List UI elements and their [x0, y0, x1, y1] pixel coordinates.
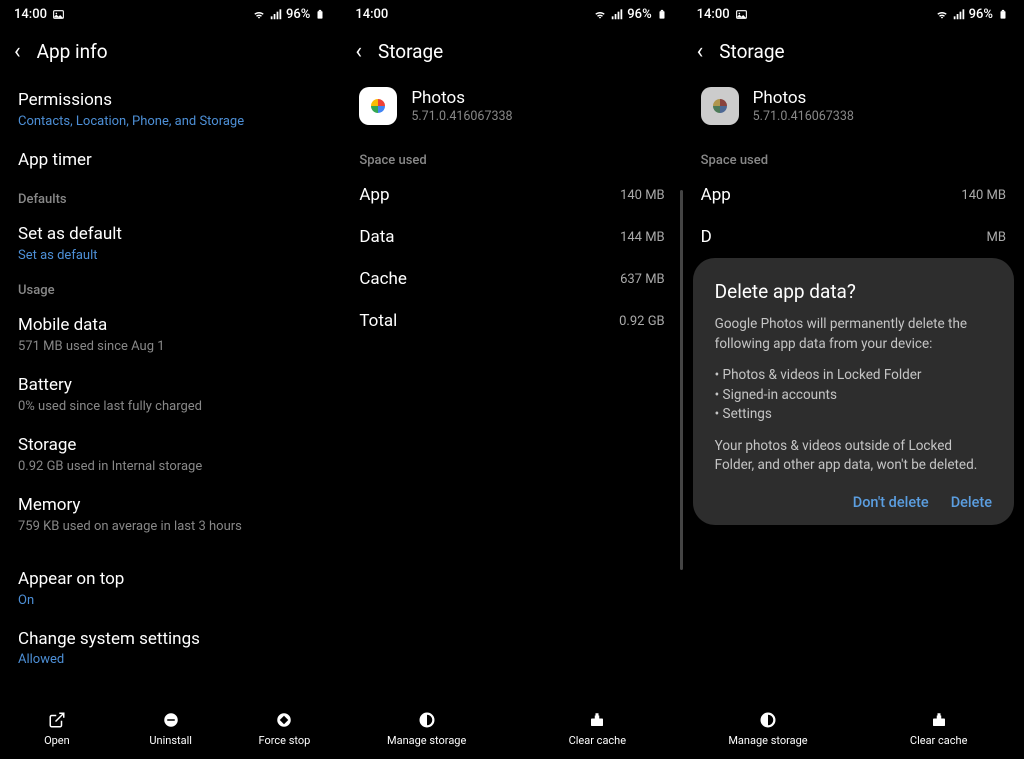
dont-delete-button[interactable]: Don't delete — [853, 494, 929, 511]
space-used-label: Space used — [701, 131, 1006, 174]
google-photos-icon — [701, 87, 739, 125]
battery-item[interactable]: Battery 0% used since last fully charged — [18, 364, 323, 424]
wifi-icon — [593, 7, 607, 21]
status-time: 14:00 — [14, 7, 47, 22]
battery-percent: 96% — [627, 7, 651, 22]
page-title: Storage — [719, 40, 784, 63]
app-header: Photos 5.71.0.416067338 — [359, 79, 664, 131]
force-stop-button[interactable]: Force stop — [228, 711, 342, 747]
mobile-data-item[interactable]: Mobile data 571 MB used since Aug 1 — [18, 304, 323, 364]
uninstall-button[interactable]: Uninstall — [114, 711, 228, 747]
manage-storage-icon — [418, 711, 436, 729]
bottom-bar: Open Uninstall Force stop — [0, 699, 341, 759]
dialog-body: Google Photos will permanently delete th… — [715, 315, 992, 476]
app-header: Photos 5.71.0.416067338 — [701, 79, 1006, 131]
storage-total-row: Total 0.92 GB — [359, 300, 664, 342]
screen-header: ‹ Storage — [341, 28, 682, 79]
defaults-section-label: Defaults — [18, 182, 323, 213]
storage-app-row: App 140 MB — [359, 174, 664, 216]
open-icon — [48, 711, 66, 729]
dialog-title: Delete app data? — [715, 280, 992, 303]
uninstall-icon — [162, 711, 180, 729]
back-icon[interactable]: ‹ — [14, 41, 21, 63]
panel-storage-dialog: 14:00 96% ‹ Storage Photos 5.71.0.416067… — [683, 0, 1024, 759]
clear-cache-button[interactable]: Clear cache — [853, 711, 1024, 747]
app-version: 5.71.0.416067338 — [753, 109, 854, 124]
status-bar: 14:00 96% — [341, 0, 682, 28]
battery-icon — [996, 7, 1010, 21]
delete-button[interactable]: Delete — [951, 494, 992, 511]
clear-cache-icon — [588, 711, 606, 729]
app-timer-item[interactable]: App timer — [18, 139, 323, 182]
screen-header: ‹ App info — [0, 28, 341, 79]
space-used-label: Space used — [359, 131, 664, 174]
status-bar: 14:00 96% — [0, 0, 341, 28]
clear-cache-icon — [930, 711, 948, 729]
battery-percent: 96% — [969, 7, 993, 22]
screen-header: ‹ Storage — [683, 28, 1024, 79]
manage-storage-icon — [759, 711, 777, 729]
page-title: Storage — [378, 40, 443, 63]
bottom-bar: Manage storage Clear cache — [341, 699, 682, 759]
appear-on-top-item[interactable]: Appear on top On — [18, 558, 323, 618]
manage-storage-button[interactable]: Manage storage — [341, 711, 512, 747]
open-button[interactable]: Open — [0, 711, 114, 747]
status-bar: 14:00 96% — [683, 0, 1024, 28]
force-stop-icon — [275, 711, 293, 729]
usage-section-label: Usage — [18, 273, 323, 304]
google-photos-icon — [359, 87, 397, 125]
battery-icon — [313, 7, 327, 21]
signal-icon — [610, 7, 624, 21]
wifi-icon — [935, 7, 949, 21]
status-time: 14:00 — [697, 7, 730, 22]
signal-icon — [952, 7, 966, 21]
status-time: 14:00 — [355, 7, 388, 22]
storage-cache-row: Cache 637 MB — [359, 258, 664, 300]
image-icon — [52, 7, 66, 21]
page-title: App info — [37, 40, 108, 63]
battery-percent: 96% — [286, 7, 310, 22]
storage-app-row: App 140 MB — [701, 174, 1006, 216]
delete-app-data-dialog: Delete app data? Google Photos will perm… — [693, 258, 1014, 525]
memory-item[interactable]: Memory 759 KB used on average in last 3 … — [18, 484, 323, 544]
storage-item[interactable]: Storage 0.92 GB used in Internal storage — [18, 424, 323, 484]
manage-storage-button[interactable]: Manage storage — [683, 711, 854, 747]
signal-icon — [269, 7, 283, 21]
back-icon[interactable]: ‹ — [697, 41, 704, 63]
image-icon — [735, 7, 749, 21]
change-system-settings-item[interactable]: Change system settings Allowed — [18, 618, 323, 678]
set-default-item[interactable]: Set as default Set as default — [18, 213, 323, 273]
back-icon[interactable]: ‹ — [355, 41, 362, 63]
wifi-icon — [252, 7, 266, 21]
storage-data-row: Data 144 MB — [359, 216, 664, 258]
panel-storage: 14:00 96% ‹ Storage Photos 5.71.0.416067… — [341, 0, 682, 759]
panel-app-info: 14:00 96% ‹ App info Permissions Contact… — [0, 0, 341, 759]
clear-cache-button[interactable]: Clear cache — [512, 711, 683, 747]
app-version: 5.71.0.416067338 — [411, 109, 512, 124]
storage-data-row: D MB — [701, 216, 1006, 258]
dialog-actions: Don't delete Delete — [715, 494, 992, 511]
battery-icon — [655, 7, 669, 21]
app-name: Photos — [753, 88, 854, 108]
permissions-item[interactable]: Permissions Contacts, Location, Phone, a… — [18, 79, 323, 139]
bottom-bar: Manage storage Clear cache — [683, 699, 1024, 759]
app-name: Photos — [411, 88, 512, 108]
